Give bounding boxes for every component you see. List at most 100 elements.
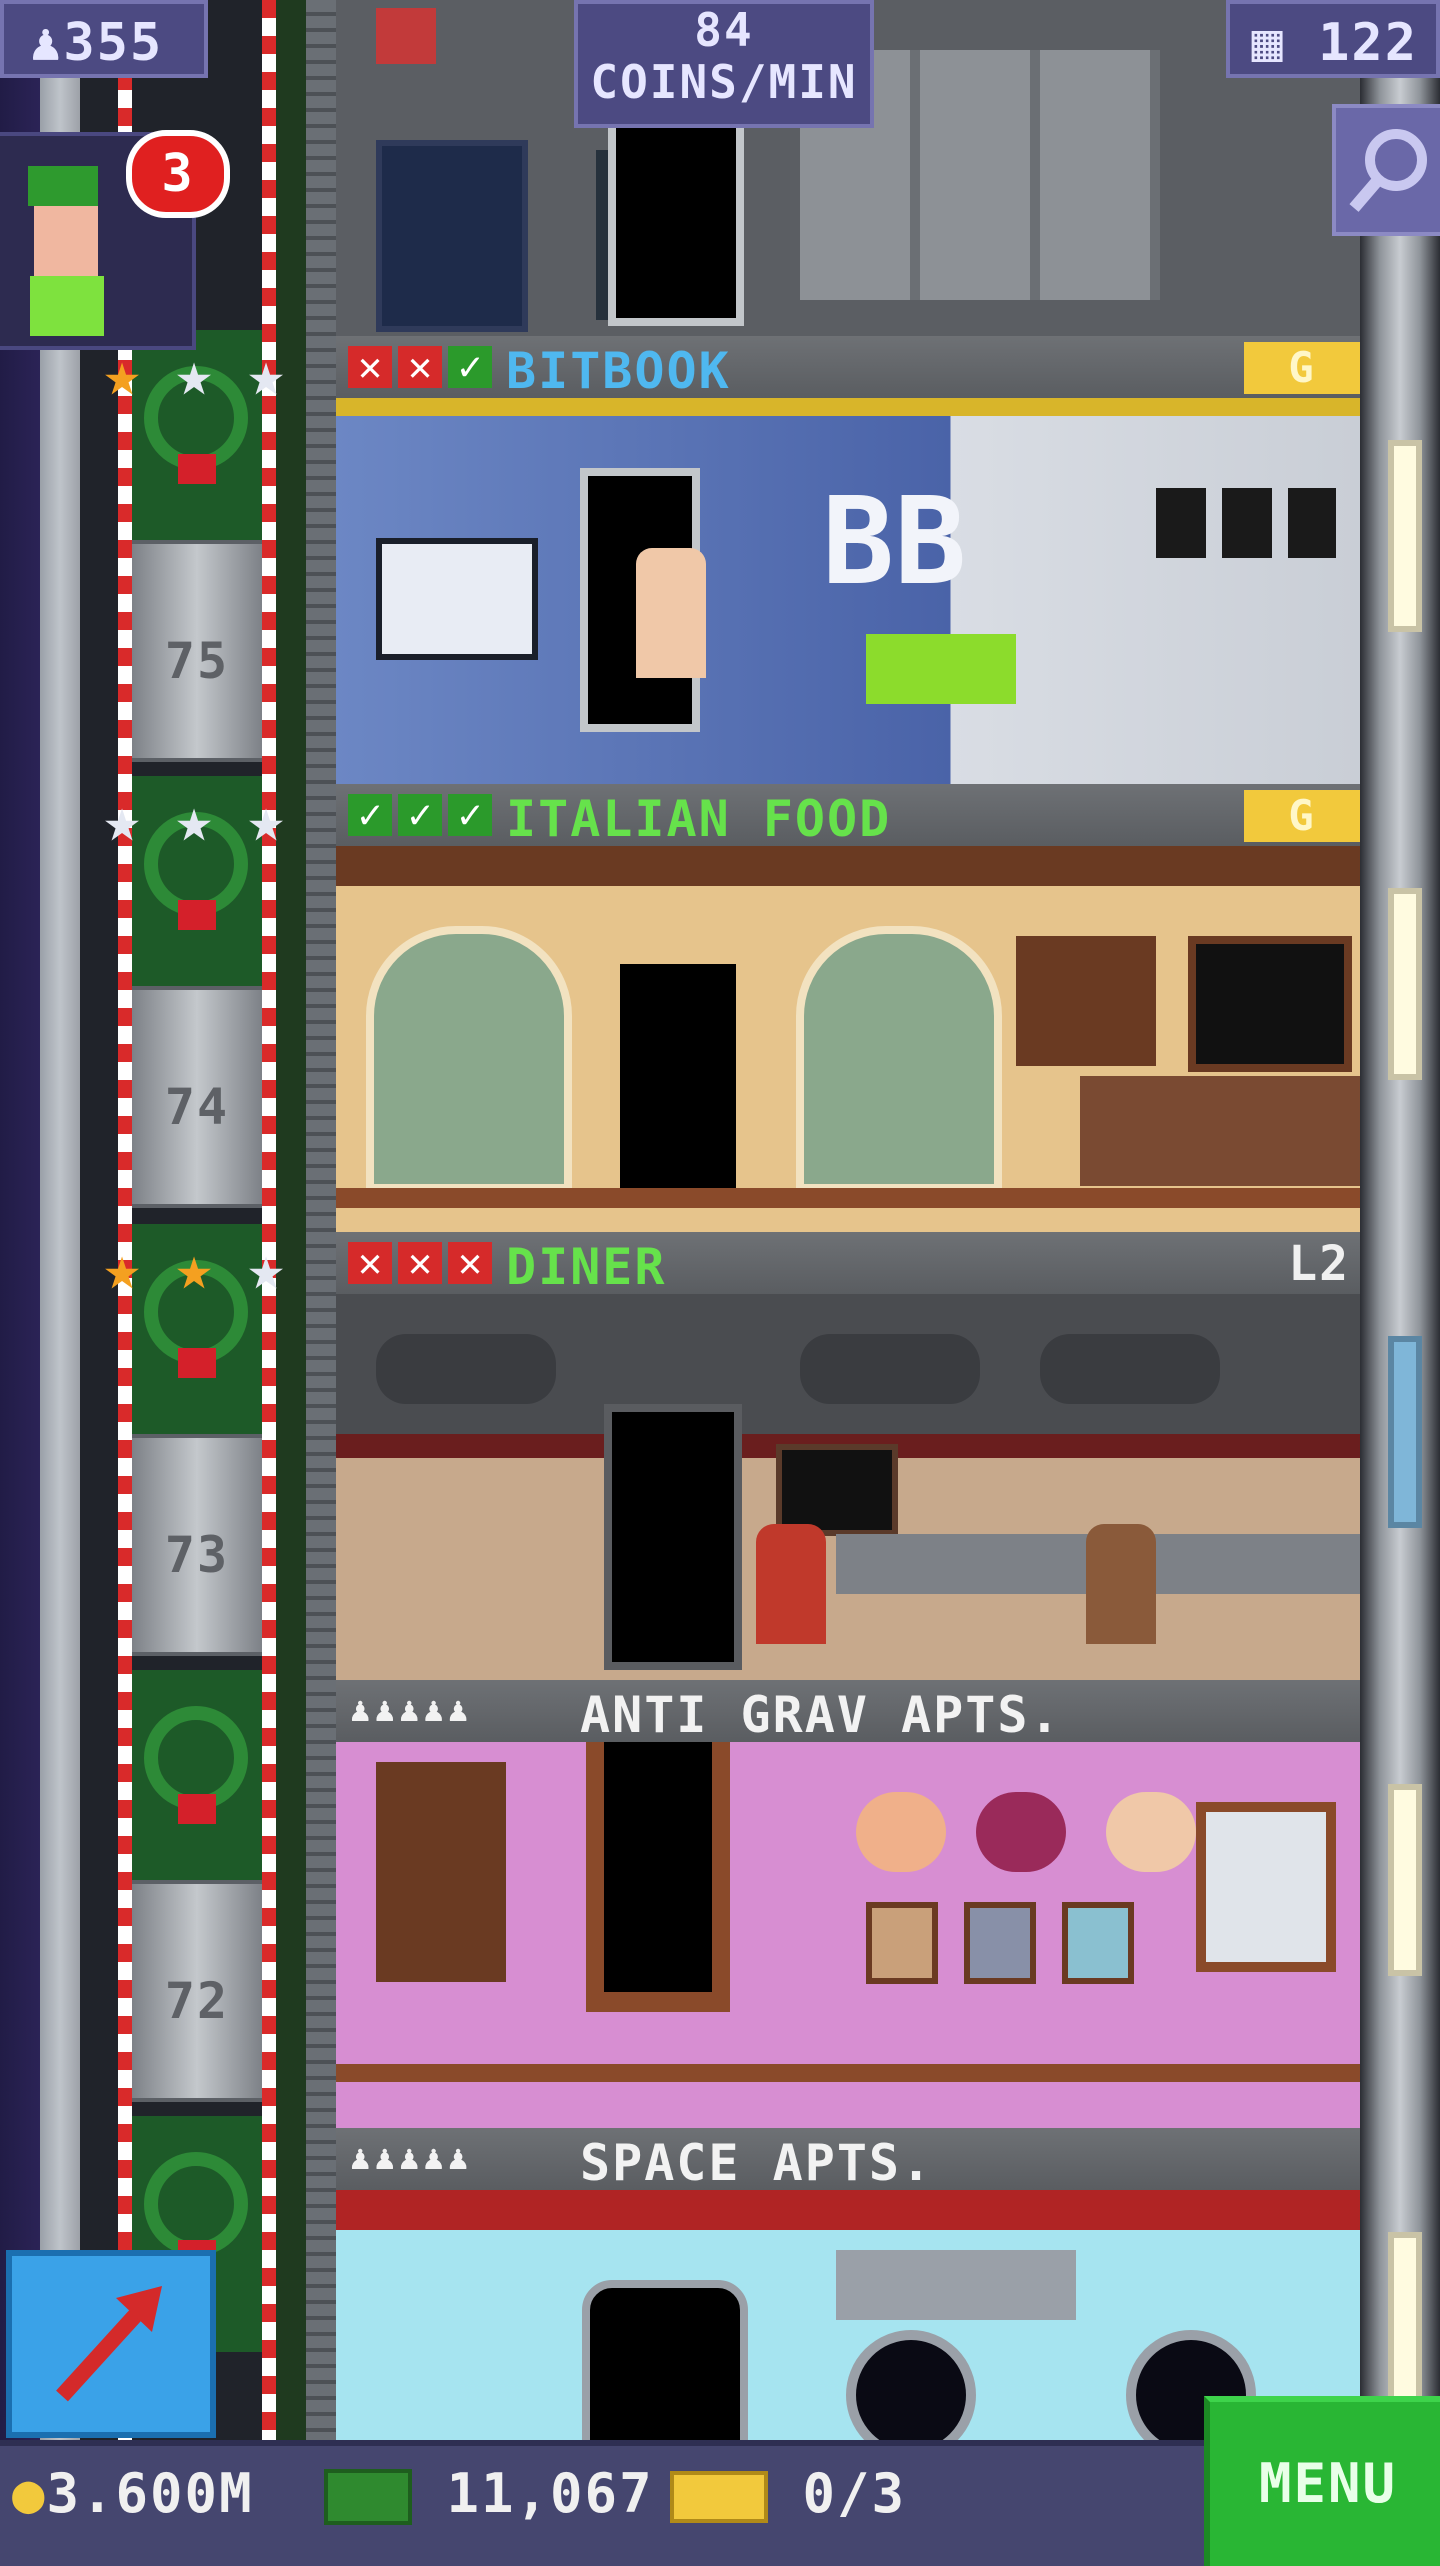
star-icon: ★ xyxy=(103,1231,141,1304)
gold-upgrade-badge[interactable]: G xyxy=(1244,790,1360,842)
star-icon: ★ xyxy=(247,1231,285,1304)
floor-name: SPACE APTS. xyxy=(580,2134,934,2192)
diner-room xyxy=(336,1294,1360,1680)
diner-window xyxy=(1040,1334,1220,1404)
floating-tenant[interactable] xyxy=(856,1792,946,1872)
tenant[interactable] xyxy=(756,1524,826,1644)
clocks xyxy=(1156,488,1336,558)
move-elevator-button[interactable] xyxy=(6,2250,216,2438)
picture-frame xyxy=(866,1902,938,1984)
visitor-cap xyxy=(28,166,98,206)
floor-trim xyxy=(336,2064,1360,2082)
room-door xyxy=(604,1404,742,1670)
floor-space-apts[interactable]: ♟♟♟♟♟ SPACE APTS. xyxy=(336,2128,1360,2440)
star-icon: ★ xyxy=(175,1231,213,1304)
menu-board xyxy=(776,1444,898,1536)
bow-icon xyxy=(178,900,216,930)
tickets-display[interactable]: 0/3 xyxy=(670,2462,906,2525)
gold-upgrade-badge[interactable]: G xyxy=(1244,342,1360,394)
italian-room xyxy=(336,846,1360,1232)
porthole-window xyxy=(846,2330,976,2440)
star-icon: ★ xyxy=(103,337,141,410)
person-icon: ♟ xyxy=(30,13,64,73)
shaft-column xyxy=(306,0,336,2440)
population-counter[interactable]: ♟355 xyxy=(0,0,208,78)
room-door xyxy=(582,2280,748,2440)
elevator-floor-marker[interactable]: 74 xyxy=(132,986,262,1208)
picture-frame xyxy=(964,1902,1036,1984)
bux-display[interactable]: 11,067 xyxy=(324,2462,654,2526)
visitor-face xyxy=(34,206,98,276)
tenant[interactable] xyxy=(636,548,706,678)
bux-value: 11,067 xyxy=(446,2462,654,2525)
fail-check-icon: ✕ xyxy=(348,1242,392,1284)
resident-slots-icon: ♟♟♟♟♟ xyxy=(350,1690,473,1730)
coins-per-min-unit: COINS/MIN xyxy=(590,55,858,109)
star-icon: ★ xyxy=(175,337,213,410)
search-button[interactable] xyxy=(1332,104,1440,236)
coins-display[interactable]: ●3.600M xyxy=(12,2462,254,2525)
elevator-floor-number: 74 xyxy=(164,1078,230,1136)
elevator-floor-marker[interactable]: 75 xyxy=(132,540,262,762)
coins-per-min-display: 84 COINS/MIN xyxy=(574,0,874,128)
control-panel xyxy=(836,2250,1076,2320)
floor-checklist: ✕ ✕ ✓ xyxy=(348,346,498,388)
arrow-up-right-icon xyxy=(56,2286,162,2402)
floor-name: BITBOOK xyxy=(506,342,731,400)
tenant[interactable] xyxy=(1086,1524,1156,1644)
room-door xyxy=(608,120,744,326)
diner-window xyxy=(376,1334,556,1404)
elevator-floor-number: 75 xyxy=(164,632,230,690)
window-light xyxy=(1388,1784,1422,1976)
resident-slots-icon: ♟♟♟♟♟ xyxy=(350,2138,473,2178)
elevator-floor-marker[interactable]: 72 xyxy=(132,1880,262,2102)
room-door xyxy=(604,1742,712,1992)
population-value: 355 xyxy=(63,13,164,73)
window-light xyxy=(1388,888,1422,1080)
building-icon: ▦ xyxy=(1251,13,1285,73)
floor-diner[interactable]: ✕ ✕ ✕ DINER L2 xyxy=(336,1232,1360,1680)
floor-italian-food[interactable]: ✓ ✓ ✓ ITALIAN FOOD G xyxy=(336,784,1360,1232)
elevator-floor-marker[interactable]: 73 xyxy=(132,1434,262,1656)
room-door xyxy=(612,956,744,1212)
room-sign-bb: BB xyxy=(822,473,967,612)
floor-bitbook[interactable]: ✕ ✕ ✓ BITBOOK G BB xyxy=(336,336,1360,784)
fail-check-icon: ✕ xyxy=(348,346,392,388)
floor-name: ANTI GRAV APTS. xyxy=(580,1686,1062,1744)
floor-trim xyxy=(336,1188,1360,1208)
star-icon: ★ xyxy=(103,783,141,856)
floating-tenant[interactable] xyxy=(1106,1792,1196,1872)
coin-icon: ● xyxy=(12,2462,47,2525)
bux-icon xyxy=(324,2469,412,2526)
floor-checklist: ✕ ✕ ✕ xyxy=(348,1242,498,1284)
bow-icon xyxy=(178,454,216,484)
star-icon: ★ xyxy=(247,337,285,410)
bow-icon xyxy=(178,1348,216,1378)
menu-button[interactable]: MENU xyxy=(1204,2396,1440,2566)
floor-anti-grav-apts[interactable]: ♟♟♟♟♟ ANTI GRAV APTS. xyxy=(336,1680,1360,2128)
monitor xyxy=(376,538,538,660)
bitbook-room: BB xyxy=(336,398,1360,784)
floor-name: ITALIAN FOOD xyxy=(506,790,892,848)
floor-checklist: ✓ ✓ ✓ xyxy=(348,794,498,836)
fail-check-icon: ✕ xyxy=(448,1242,492,1284)
picture-frame xyxy=(1062,1902,1134,1984)
elevator-floor-number: 72 xyxy=(164,1972,230,2030)
coins-value: 3.600M xyxy=(46,2462,254,2525)
tickets-value: 0/3 xyxy=(802,2462,907,2525)
pass-check-icon: ✓ xyxy=(398,794,442,836)
floating-tenant[interactable] xyxy=(976,1792,1066,1872)
green-car-couch xyxy=(866,634,1016,704)
menu-board xyxy=(1188,936,1352,1072)
pass-check-icon: ✓ xyxy=(448,346,492,388)
counter xyxy=(1080,1076,1360,1186)
arched-window xyxy=(366,926,572,1192)
visitor-body xyxy=(30,276,104,336)
floor-counter[interactable]: ▦ 122 xyxy=(1226,0,1440,78)
window-light xyxy=(1388,440,1422,632)
bow-icon xyxy=(178,1794,216,1824)
tower-right-edge xyxy=(1360,0,1440,2440)
pass-check-icon: ✓ xyxy=(448,794,492,836)
grape-vine-trim xyxy=(336,846,1360,886)
apartment-room xyxy=(336,1742,1360,2128)
